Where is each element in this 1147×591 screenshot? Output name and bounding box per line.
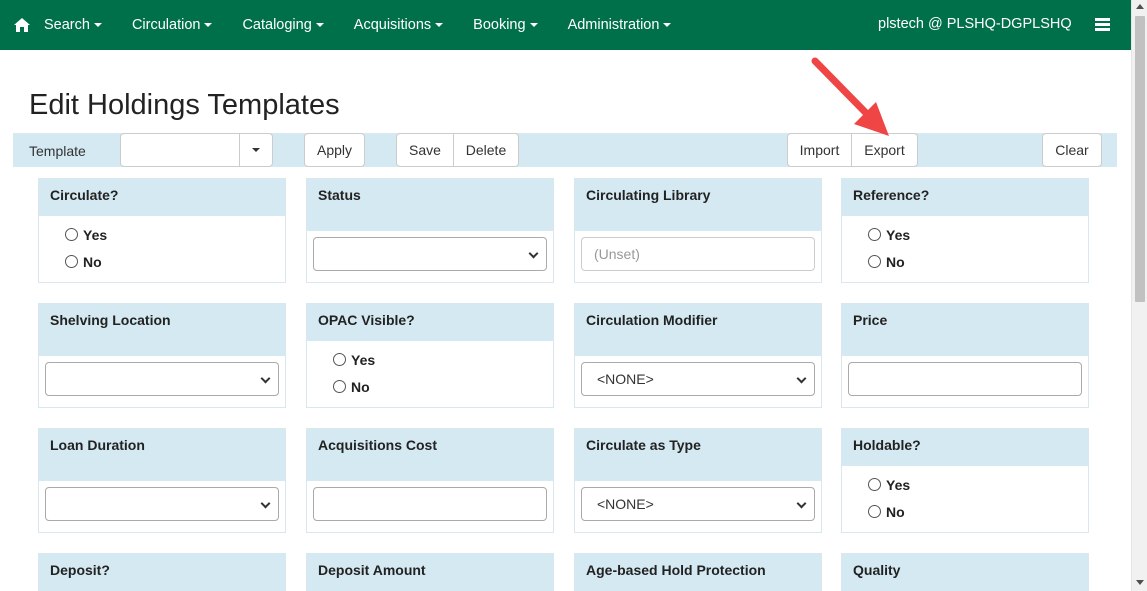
acquisitions-cost-input[interactable] xyxy=(313,487,547,521)
page-title: Edit Holdings Templates xyxy=(29,89,340,121)
card-title: Price xyxy=(842,304,1088,356)
card-title: Circulation Modifier xyxy=(575,304,821,356)
scroll-thumb[interactable] xyxy=(1135,16,1145,302)
menu-administration[interactable]: Administration xyxy=(568,0,672,50)
apply-button[interactable]: Apply xyxy=(304,133,365,167)
circulating-library-input[interactable]: (Unset) xyxy=(581,237,815,271)
import-button[interactable]: Import xyxy=(787,133,852,167)
radio-icon[interactable] xyxy=(333,380,346,393)
reference-no-radio[interactable]: No xyxy=(868,248,1088,275)
template-toolbar: Template Apply Save Delete Import Export… xyxy=(13,133,1117,167)
shelving-location-select[interactable] xyxy=(45,362,279,396)
chevron-down-icon xyxy=(796,498,807,509)
card-title: OPAC Visible? xyxy=(307,304,553,341)
chevron-down-icon xyxy=(260,373,271,384)
menu-search[interactable]: Search xyxy=(44,0,102,50)
radio-icon[interactable] xyxy=(65,228,78,241)
opac-visible-card: OPAC Visible? Yes No xyxy=(306,303,554,408)
chevron-down-icon xyxy=(796,373,807,384)
card-title: Acquisitions Cost xyxy=(307,429,553,481)
card-title: Holdable? xyxy=(842,429,1088,466)
card-title: Reference? xyxy=(842,179,1088,216)
radio-icon[interactable] xyxy=(868,505,881,518)
opac-visible-no-radio[interactable]: No xyxy=(333,373,553,400)
card-title: Circulate? xyxy=(39,179,285,216)
circulate-card: Circulate? Yes No xyxy=(38,178,286,283)
export-button[interactable]: Export xyxy=(851,133,918,167)
caret-down-icon xyxy=(204,23,213,27)
home-icon[interactable] xyxy=(0,0,44,50)
menu-acquisitions[interactable]: Acquisitions xyxy=(354,0,444,50)
status-card: Status xyxy=(306,178,554,283)
caret-down-icon xyxy=(435,23,444,27)
reference-yes-radio[interactable]: Yes xyxy=(868,221,1088,248)
price-input[interactable] xyxy=(848,362,1082,396)
save-button[interactable]: Save xyxy=(396,133,454,167)
menu-cataloging[interactable]: Cataloging xyxy=(242,0,324,50)
deposit-card: Deposit? xyxy=(38,553,286,591)
template-combobox[interactable] xyxy=(120,133,273,167)
circulation-modifier-card: Circulation Modifier <NONE> xyxy=(574,303,822,408)
menu-circulation[interactable]: Circulation xyxy=(132,0,213,50)
shelving-location-card: Shelving Location xyxy=(38,303,286,408)
page-scrollbar[interactable] xyxy=(1131,0,1147,591)
holdable-card: Holdable? Yes No xyxy=(841,428,1089,533)
reference-card: Reference? Yes No xyxy=(841,178,1089,283)
circulate-as-type-card: Circulate as Type <NONE> xyxy=(574,428,822,533)
status-select[interactable] xyxy=(313,237,547,271)
caret-down-icon xyxy=(252,148,260,152)
top-navbar: Search Circulation Cataloging Acquisitio… xyxy=(0,0,1131,50)
chevron-down-icon xyxy=(528,248,539,259)
loan-duration-select[interactable] xyxy=(45,487,279,521)
user-workstation-label[interactable]: plstech @ PLSHQ-DGPLSHQ xyxy=(878,16,1072,32)
acquisitions-cost-card: Acquisitions Cost xyxy=(306,428,554,533)
age-hold-protection-card: Age-based Hold Protection xyxy=(574,553,822,591)
radio-icon[interactable] xyxy=(868,478,881,491)
circulation-modifier-select[interactable]: <NONE> xyxy=(581,362,815,396)
circulate-as-type-select[interactable]: <NONE> xyxy=(581,487,815,521)
card-title: Age-based Hold Protection xyxy=(575,554,821,591)
card-title: Quality xyxy=(842,554,1088,591)
caret-down-icon xyxy=(529,23,538,27)
template-dropdown-button[interactable] xyxy=(239,134,272,166)
radio-icon[interactable] xyxy=(868,255,881,268)
caret-down-icon xyxy=(315,23,324,27)
opac-visible-yes-radio[interactable]: Yes xyxy=(333,346,553,373)
scroll-up-icon[interactable] xyxy=(1136,4,1144,9)
radio-icon[interactable] xyxy=(65,255,78,268)
card-title: Circulating Library xyxy=(575,179,821,231)
card-title: Status xyxy=(307,179,553,231)
holdable-yes-radio[interactable]: Yes xyxy=(868,471,1088,498)
caret-down-icon xyxy=(93,23,102,27)
card-title: Loan Duration xyxy=(39,429,285,481)
chevron-down-icon xyxy=(260,498,271,509)
template-label: Template xyxy=(29,143,86,159)
delete-button[interactable]: Delete xyxy=(453,133,519,167)
circulate-yes-radio[interactable]: Yes xyxy=(65,221,285,248)
card-title: Circulate as Type xyxy=(575,429,821,481)
price-card: Price xyxy=(841,303,1089,408)
menu-booking[interactable]: Booking xyxy=(473,0,538,50)
clear-button[interactable]: Clear xyxy=(1042,133,1102,167)
circulating-library-card: Circulating Library (Unset) xyxy=(574,178,822,283)
deposit-amount-card: Deposit Amount xyxy=(306,553,554,591)
caret-down-icon xyxy=(663,23,672,27)
hamburger-icon[interactable] xyxy=(1095,18,1110,32)
scroll-down-icon[interactable] xyxy=(1136,580,1144,585)
card-title: Shelving Location xyxy=(39,304,285,356)
loan-duration-card: Loan Duration xyxy=(38,428,286,533)
holdable-no-radio[interactable]: No xyxy=(868,498,1088,525)
circulate-no-radio[interactable]: No xyxy=(65,248,285,275)
card-title: Deposit? xyxy=(39,554,285,591)
radio-icon[interactable] xyxy=(868,228,881,241)
card-title: Deposit Amount xyxy=(307,554,553,591)
radio-icon[interactable] xyxy=(333,353,346,366)
quality-card: Quality xyxy=(841,553,1089,591)
